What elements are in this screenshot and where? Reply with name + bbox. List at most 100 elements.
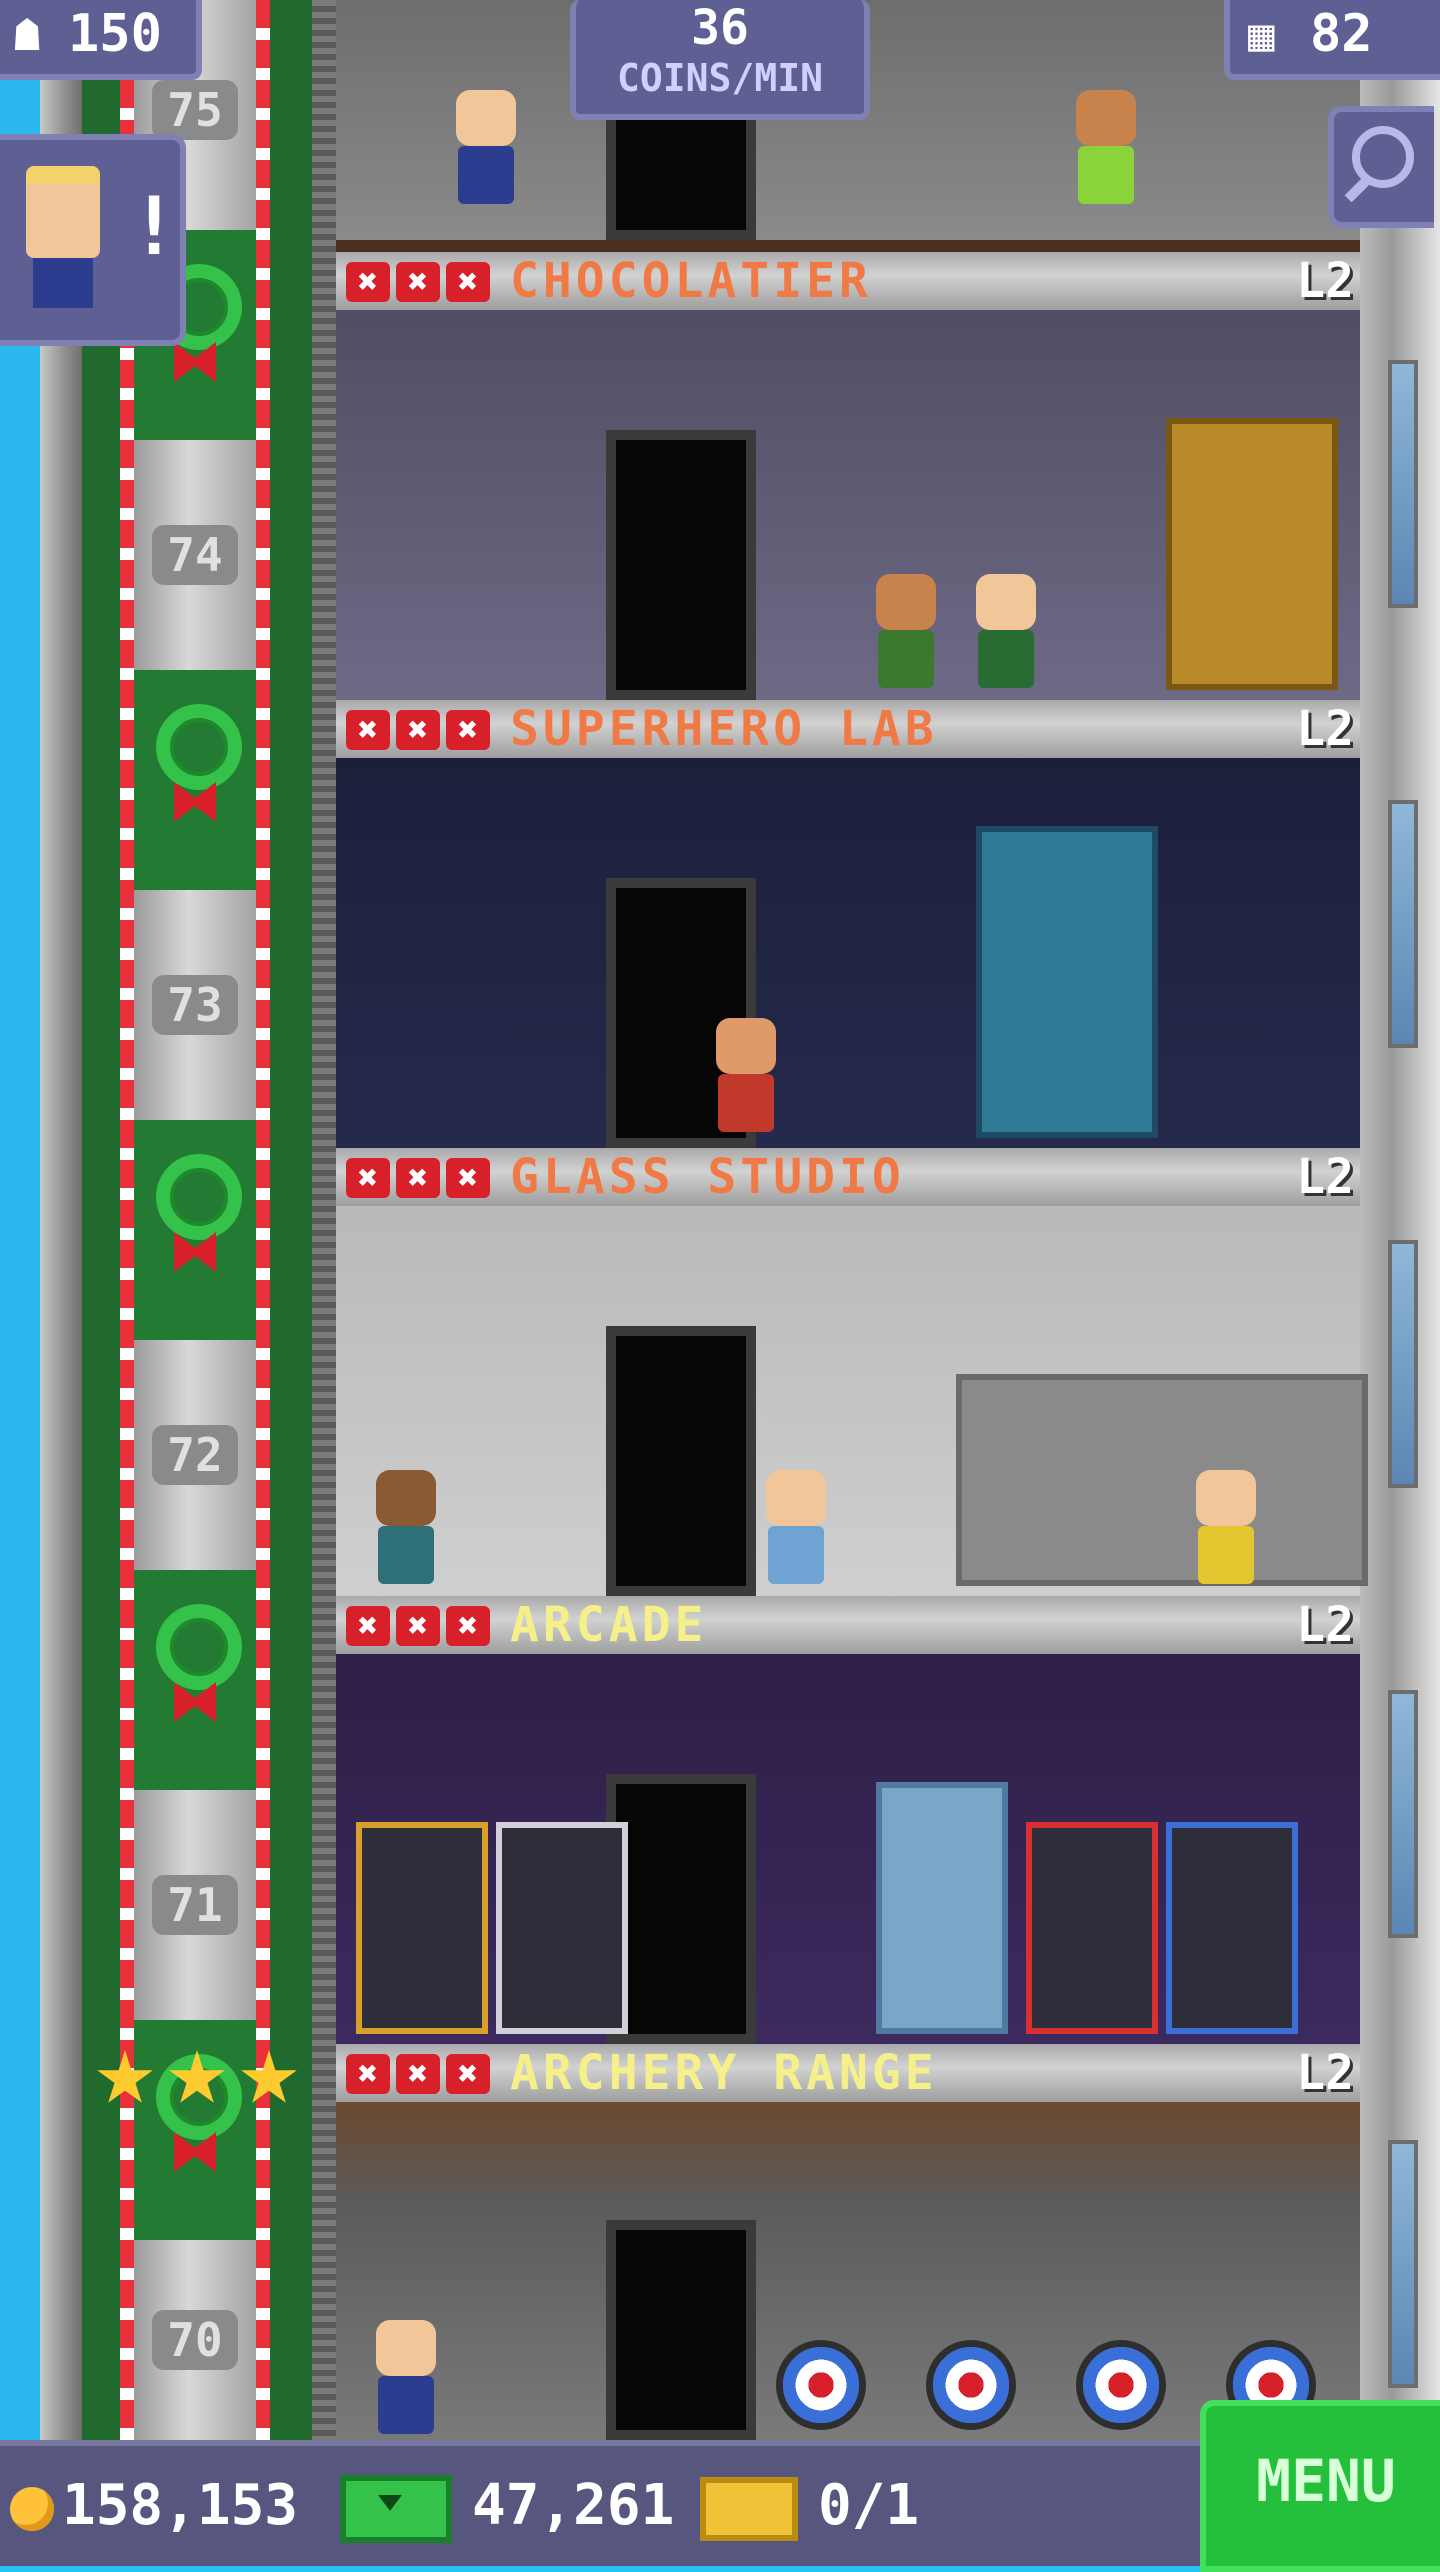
stock-empty-icon: ✖ [446,2054,490,2094]
floor-level: L2 [1296,2045,1354,2101]
floors-count-value: 82 [1310,4,1373,64]
coins-value: 158,153 [62,2473,299,2538]
resident-sprite [1076,90,1136,210]
floor-chocolatier[interactable]: ✖ ✖ ✖ CHOCOLATIER L2 [336,252,1360,700]
floor-door [606,1326,756,1596]
elevator-floor-marker[interactable]: 70 [134,2240,256,2440]
floor-door [606,2220,756,2440]
stock-empty-icon: ✖ [346,1606,390,1646]
resident-sprite [766,1470,826,1590]
floor-header: ✖ ✖ ✖ GLASS STUDIO L2 [336,1148,1360,1206]
floor-name: SUPERHERO LAB [510,701,938,757]
tower-left-wall [40,0,82,2440]
bux-icon [340,2474,452,2543]
floor-name: GLASS STUDIO [510,1149,905,1205]
wreath-icon [156,1154,242,1240]
elevator-floor-number: 75 [152,80,238,140]
elevator-wreath-segment[interactable] [134,1120,256,1340]
tower-window [1388,360,1418,608]
elevator-floor-number: 73 [152,975,238,1035]
floor-header: ✖ ✖ ✖ ARCHERY RANGE L2 [336,2044,1360,2102]
stock-empty-icon: ✖ [396,262,440,302]
stock-empty-icon: ✖ [346,262,390,302]
archery-target [776,2340,866,2430]
floor-archery-range[interactable]: ✖ ✖ ✖ ARCHERY RANGE L2 [336,2044,1360,2440]
elevator-floor-marker[interactable]: 73 [134,890,256,1120]
resident-sprite [456,90,516,210]
stock-empty-icon: ✖ [396,1606,440,1646]
elevator-floor-marker[interactable]: 71 [134,1790,256,2020]
claw-machine [876,1782,1008,2034]
elevator-floor-marker[interactable]: 72 [134,1340,256,1570]
resident-sprite [716,1018,776,1138]
resident-notification-button[interactable]: ! [0,134,186,346]
wreath-icon [156,704,242,790]
bux-value: 47,261 [472,2473,675,2538]
coins-rate-value: 36 [691,0,749,56]
chocolate-vat [1166,418,1338,690]
floor-name: ARCADE [510,1597,708,1653]
floor-name: CHOCOLATIER [510,253,872,309]
floor-base [336,240,1360,252]
population-value: 150 [68,4,162,64]
elevator-floor-number: 71 [152,1875,238,1935]
floor-header: ✖ ✖ ✖ SUPERHERO LAB L2 [336,700,1360,758]
elevator-wreath-segment[interactable] [134,1570,256,1790]
archery-target [926,2340,1016,2430]
elevator-floor-marker[interactable]: 74 [134,440,256,670]
ticket-icon [700,2476,798,2541]
stock-empty-icon: ✖ [396,2054,440,2094]
building-icon: ▦ [1248,10,1275,61]
bux-display[interactable]: 47,261 [340,2446,674,2566]
elevator-floor-number: 72 [152,1425,238,1485]
coins-display[interactable]: 158,153 [10,2446,298,2566]
arcade-cabinet [356,1822,488,2034]
search-button[interactable] [1328,106,1434,228]
arcade-cabinet [1166,1822,1298,2034]
resident-sprite [876,574,936,694]
floor-level: L2 [1296,1597,1354,1653]
floor-level: L2 [1296,701,1354,757]
stock-indicators: ✖ ✖ ✖ [346,262,490,302]
stock-indicators: ✖ ✖ ✖ [346,710,490,750]
hologram-screen [976,826,1158,1138]
stock-empty-icon: ✖ [396,1158,440,1198]
coins-rate-unit: COINS/MIN [617,56,823,100]
stock-empty-icon: ✖ [346,2054,390,2094]
stock-indicators: ✖ ✖ ✖ [346,1606,490,1646]
floors-count-badge[interactable]: ▦ 82 [1224,0,1440,80]
tickets-display[interactable]: 0/1 [700,2446,919,2566]
floor-name: ARCHERY RANGE [510,2045,938,2101]
stock-empty-icon: ✖ [346,710,390,750]
floor-superhero-lab[interactable]: ✖ ✖ ✖ SUPERHERO LAB L2 [336,700,1360,1148]
alert-icon: ! [130,180,179,273]
arcade-cabinet [496,1822,628,2034]
floor-room [336,758,1360,1148]
floor-glass-studio[interactable]: ✖ ✖ ✖ GLASS STUDIO L2 [336,1148,1368,1596]
archery-target [1076,2340,1166,2430]
tower-window [1388,1690,1418,1938]
coin-icon [10,2486,54,2531]
stock-empty-icon: ✖ [446,710,490,750]
glass-shelf [956,1374,1368,1586]
population-icon: ☗ [14,10,41,61]
menu-button[interactable]: MENU [1200,2400,1440,2572]
stock-empty-icon: ✖ [446,1158,490,1198]
elevator-wreath-segment[interactable] [134,2020,256,2240]
tower-window [1388,2140,1418,2388]
tickets-value: 0/1 [818,2473,920,2538]
coins-per-minute-badge[interactable]: 36 COINS/MIN [570,0,870,120]
floor-level: L2 [1296,1149,1354,1205]
stock-indicators: ✖ ✖ ✖ [346,2054,490,2094]
tower-window [1388,800,1418,1048]
elevator-rail [312,0,336,2440]
tower-window [1388,1240,1418,1488]
stock-empty-icon: ✖ [446,1606,490,1646]
stock-indicators: ✖ ✖ ✖ [346,1158,490,1198]
stock-empty-icon: ✖ [346,1158,390,1198]
elevator-wreath-segment[interactable] [134,670,256,890]
resident-avatar [26,166,100,308]
floor-arcade[interactable]: ✖ ✖ ✖ ARCADE L2 [336,1596,1360,2044]
elevator-floor-number: 70 [152,2310,238,2370]
population-badge[interactable]: ☗ 150 [0,0,202,80]
